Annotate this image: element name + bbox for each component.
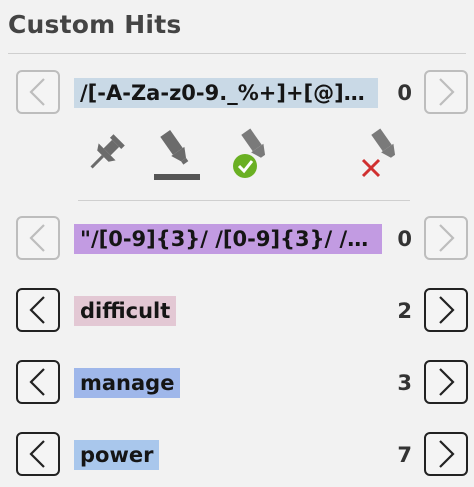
next-hit-button[interactable] [424,216,468,260]
next-hit-button[interactable] [424,432,468,476]
next-hit-button[interactable] [424,70,468,114]
title-divider [8,53,466,54]
pin-tool-button[interactable] [78,128,132,184]
panel-title: Custom Hits [8,10,182,39]
chevron-right-icon [439,368,455,396]
hit-row-power: power 7 [16,432,468,480]
chevron-left-icon [29,296,45,324]
hit-term[interactable]: /[-A-Za-z0-9._%+]+[@][-A-... [74,78,378,108]
hit-count: 3 [397,371,412,395]
previous-hit-button[interactable] [16,288,60,332]
hit-row-difficult: difficult 2 [16,288,468,336]
highlighter-remove-icon [361,128,396,178]
hit-count: 0 [397,227,412,251]
highlighter-icon [154,129,200,180]
section-divider [78,200,410,201]
highlight-accept-tool-button[interactable] [228,128,282,184]
chevron-left-icon [29,224,45,252]
next-hit-button[interactable] [424,288,468,332]
hit-row-manage: manage 3 [16,360,468,408]
hit-term[interactable]: manage [74,368,181,398]
next-hit-button[interactable] [424,360,468,404]
chevron-left-icon [29,368,45,396]
previous-hit-button[interactable] [16,70,60,114]
chevron-right-icon [439,78,455,106]
custom-hits-panel: Custom Hits /[-A-Za-z0-9._%+]+[@][-A-...… [0,0,474,487]
previous-hit-button[interactable] [16,432,60,476]
hit-row-phone-regex: "/[0-9]{3}/ /[0-9]{3}/ /[0-9... 0 [16,216,468,264]
hit-row-email-regex: /[-A-Za-z0-9._%+]+[@][-A-... 0 [16,70,468,118]
highlight-tool-button[interactable] [150,128,204,184]
previous-hit-button[interactable] [16,360,60,404]
chevron-left-icon [29,78,45,106]
hit-toolbar [78,128,418,188]
hit-term[interactable]: difficult [74,296,177,326]
chevron-right-icon [439,440,455,468]
hit-count: 2 [397,299,412,323]
chevron-right-icon [439,296,455,324]
previous-hit-button[interactable] [16,216,60,260]
chevron-left-icon [29,440,45,468]
highlight-remove-tool-button[interactable] [356,128,410,184]
highlighter-check-icon [233,128,266,178]
chevron-right-icon [439,224,455,252]
hit-term[interactable]: power [74,440,160,470]
hit-term[interactable]: "/[0-9]{3}/ /[0-9]{3}/ /[0-9... [74,224,382,254]
pin-icon [90,134,125,169]
hit-count: 7 [397,443,412,467]
hit-count: 0 [397,81,412,105]
